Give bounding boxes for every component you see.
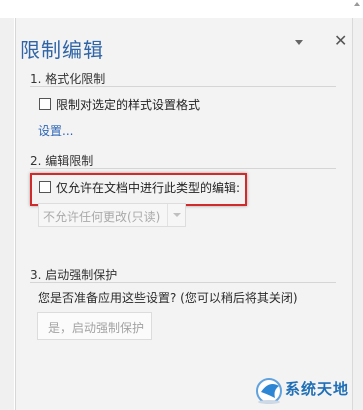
dropdown-divider (167, 204, 168, 226)
section-divider (30, 86, 336, 87)
start-enforcement-button-label: 是，启动强制保护 (48, 321, 145, 335)
formatting-settings-link[interactable]: 设置... (38, 122, 73, 139)
editing-restrictions-heading: 2. 编辑限制 (30, 154, 94, 168)
pane-title: 限制编辑 (20, 38, 104, 62)
site-watermark: 系统天地 (255, 372, 359, 406)
allow-editing-type-label: 仅允许在文档中进行此类型的编辑: (56, 181, 241, 195)
limit-formatting-label: 限制对选定的样式设置格式 (56, 98, 201, 112)
limit-formatting-checkbox[interactable] (39, 98, 51, 110)
vertical-scrollbar[interactable] (352, 18, 363, 410)
allow-editing-type-checkbox[interactable] (39, 181, 51, 193)
editing-type-value: 不允许任何更改(只读) (43, 210, 161, 224)
start-enforcement-button[interactable]: 是，启动强制保护 (37, 312, 152, 340)
window-top-bar (0, 0, 363, 18)
enforcement-question: 您是否准备应用这些设置? (您可以稍后将其关闭) (38, 291, 298, 305)
chevron-down-icon (173, 213, 181, 217)
scroll-up-icon[interactable] (354, 2, 360, 6)
pane-options-icon[interactable] (295, 40, 303, 45)
watermark-text: 系统天地 (285, 380, 350, 398)
document-edge (0, 18, 14, 410)
editing-type-dropdown[interactable]: 不允许任何更改(只读) (38, 203, 186, 227)
formatting-restrictions-heading: 1. 格式化限制 (30, 72, 106, 86)
close-icon[interactable]: ✕ (334, 33, 347, 49)
start-enforcement-heading: 3. 启动强制保护 (30, 268, 118, 282)
watermark-logo-icon (256, 378, 282, 404)
section-divider (30, 282, 336, 283)
section-divider (30, 168, 336, 169)
